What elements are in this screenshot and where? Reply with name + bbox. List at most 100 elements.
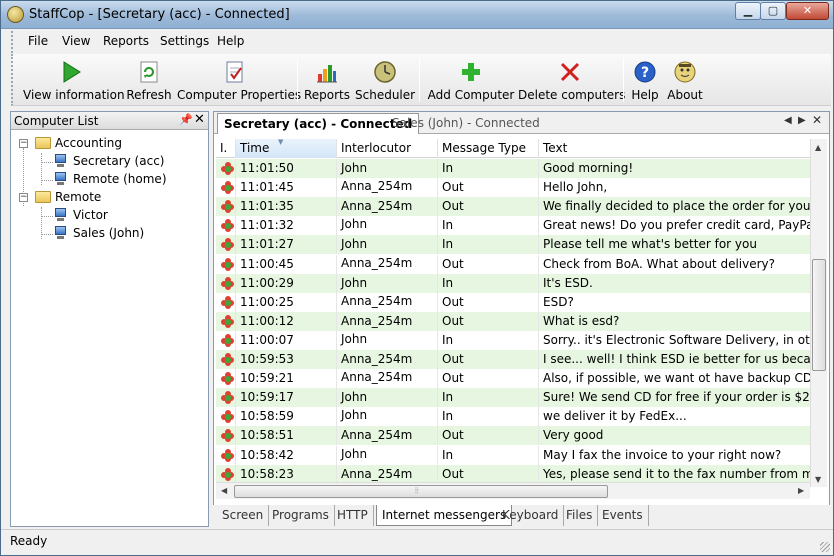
tab-programs[interactable]: Programs <box>267 505 335 526</box>
tab-files[interactable]: Files <box>561 505 599 526</box>
scroll-up-icon[interactable]: ▲ <box>815 143 821 152</box>
table-row[interactable]: 11:01:35 Anna_254m Out We finally decided t… <box>216 197 812 216</box>
horizontal-scroll-thumb[interactable]: ⦙⦙ <box>234 485 608 498</box>
cell-text: It's ESD. <box>539 274 812 293</box>
resize-grip-icon[interactable] <box>820 542 830 552</box>
table-row[interactable]: 10:58:42 John In May I fax the invoice to y… <box>216 446 812 465</box>
vertical-scroll-thumb[interactable] <box>812 259 826 371</box>
tab-keyboard[interactable]: Keyboard <box>497 505 565 526</box>
tab-internet-messengers[interactable]: Internet messengers <box>376 505 513 526</box>
folder-icon <box>35 137 51 149</box>
collapse-icon[interactable]: − <box>19 139 28 148</box>
table-row[interactable]: 10:58:51 Anna_254m Out Very good <box>216 426 812 445</box>
minimize-button[interactable]: ▁ <box>735 2 761 20</box>
tree-item-remote-home[interactable]: Remote (home) <box>54 171 194 189</box>
collapse-icon[interactable]: − <box>19 193 28 202</box>
column-header-interlocutor[interactable]: Interlocutor <box>337 139 438 158</box>
about-icon <box>674 61 696 83</box>
cell-time: 10:59:17 <box>236 388 337 407</box>
icq-flower-icon <box>221 372 234 385</box>
message-icon-cell <box>216 426 236 445</box>
menu-help[interactable]: Help <box>217 34 244 48</box>
cell-interlocutor: Anna_254m <box>337 255 438 274</box>
menu-settings[interactable]: Settings <box>160 34 209 48</box>
tab-events[interactable]: Events <box>597 505 649 526</box>
column-header-message-type[interactable]: Message Type <box>438 139 539 158</box>
cell-time: 11:00:45 <box>236 255 337 274</box>
tab-prev-icon[interactable]: ◀ <box>784 115 792 126</box>
tree-group-accounting[interactable]: − Accounting <box>19 135 199 153</box>
menu-file[interactable]: File <box>28 34 48 48</box>
computer-properties-button[interactable]: Computer Properties <box>177 58 301 104</box>
reports-button[interactable]: Reports <box>303 58 351 104</box>
pane-close-button[interactable]: ✕ <box>194 112 205 127</box>
cell-interlocutor: Anna_254m <box>337 426 438 445</box>
table-row[interactable]: 11:00:25 Anna_254m Out ESD? <box>216 293 812 312</box>
icq-flower-icon <box>221 162 234 175</box>
message-icon-cell <box>216 407 236 426</box>
refresh-button[interactable]: Refresh <box>125 58 173 104</box>
tab-sales-john[interactable]: Sales (John) - Connected <box>386 113 546 134</box>
table-row[interactable]: 11:01:45 Anna_254m Out Hello John, <box>216 178 812 197</box>
cell-text: What is esd? <box>539 312 812 331</box>
menu-view[interactable]: View <box>62 34 90 48</box>
delete-computers-button[interactable]: Delete computers <box>518 58 625 104</box>
table-row[interactable]: 10:58:59 John In we deliver it by FedEx... <box>216 407 812 426</box>
about-button[interactable]: About <box>665 58 705 104</box>
table-row[interactable]: 11:00:07 John In Sorry.. it's Electronic So… <box>216 331 812 350</box>
scroll-left-icon[interactable]: ◀ <box>221 486 227 495</box>
help-button[interactable]: ? Help <box>628 58 662 104</box>
column-header-icon[interactable]: I. <box>216 139 236 158</box>
title-bar[interactable]: StaffCop - [Secretary (acc) - Connected]… <box>1 1 833 29</box>
table-row[interactable]: 11:01:50 John In Good morning! <box>216 159 812 178</box>
cell-message-type: In <box>438 216 539 235</box>
icq-flower-icon <box>221 238 234 251</box>
icq-flower-icon <box>221 449 234 462</box>
icq-flower-icon <box>221 315 234 328</box>
tree-group-remote[interactable]: − Remote <box>19 189 199 207</box>
maximize-button[interactable]: ▢ <box>760 2 786 20</box>
table-row[interactable]: 11:01:27 John In Please tell me what's bett… <box>216 235 812 254</box>
cell-text: May I fax the invoice to your right now? <box>539 446 812 465</box>
table-row[interactable]: 11:00:12 Anna_254m Out What is esd? <box>216 312 812 331</box>
scroll-down-icon[interactable]: ▼ <box>815 475 821 484</box>
document-tabs: Secretary (acc) - Connected Sales (John)… <box>214 112 829 134</box>
menu-bar: File View Reports Settings Help <box>11 31 831 53</box>
tab-next-icon[interactable]: ▶ <box>798 115 806 126</box>
table-row[interactable]: 10:59:53 Anna_254m Out I see... well! I thi… <box>216 350 812 369</box>
tree-group-label: Accounting <box>55 136 123 150</box>
cell-message-type: In <box>438 235 539 254</box>
table-row[interactable]: 10:59:17 John In Sure! We send CD for free … <box>216 388 812 407</box>
cell-interlocutor: Anna_254m <box>337 197 438 216</box>
cell-text: Check from BoA. What about delivery? <box>539 255 812 274</box>
tab-close-icon[interactable]: ✕ <box>812 113 822 127</box>
scroll-right-icon[interactable]: ▶ <box>798 486 804 495</box>
tree-line <box>41 216 53 217</box>
toolbar-separator <box>297 58 298 102</box>
close-button[interactable]: ✕ <box>786 2 829 20</box>
cell-message-type: In <box>438 446 539 465</box>
horizontal-scrollbar[interactable]: ◀ ⦙⦙ ▶ <box>216 482 810 499</box>
tab-http[interactable]: HTTP <box>332 505 374 526</box>
pin-icon[interactable]: 📌 <box>179 113 193 126</box>
menu-reports[interactable]: Reports <box>103 34 149 48</box>
tree-item-victor[interactable]: Victor <box>54 207 194 225</box>
cell-text: Very good <box>539 426 812 445</box>
table-row[interactable]: 11:00:45 Anna_254m Out Check from BoA. What… <box>216 255 812 274</box>
tab-screen[interactable]: Screen <box>217 505 270 526</box>
view-information-button[interactable]: View information <box>23 58 125 104</box>
table-row[interactable]: 11:01:32 John In Great news! Do you prefer … <box>216 216 812 235</box>
tree-item-label: Victor <box>73 208 108 222</box>
vertical-scrollbar[interactable]: ▲ ▼ <box>810 139 827 487</box>
scheduler-button[interactable]: Scheduler <box>355 58 415 104</box>
column-header-time[interactable]: ▼ Time <box>236 138 337 158</box>
column-header-text[interactable]: Text <box>539 139 812 158</box>
clock-icon <box>374 61 396 83</box>
cell-time: 11:00:25 <box>236 293 337 312</box>
table-row[interactable]: 10:59:21 Anna_254m Out Also, if possible, w… <box>216 369 812 388</box>
tree-item-sales-john[interactable]: Sales (John) <box>54 225 194 243</box>
add-computer-button[interactable]: Add Computer <box>427 58 515 104</box>
tree-item-label: Secretary (acc) <box>73 154 165 168</box>
table-row[interactable]: 11:00:29 John In It's ESD. <box>216 274 812 293</box>
tree-item-secretary[interactable]: Secretary (acc) <box>54 153 194 171</box>
